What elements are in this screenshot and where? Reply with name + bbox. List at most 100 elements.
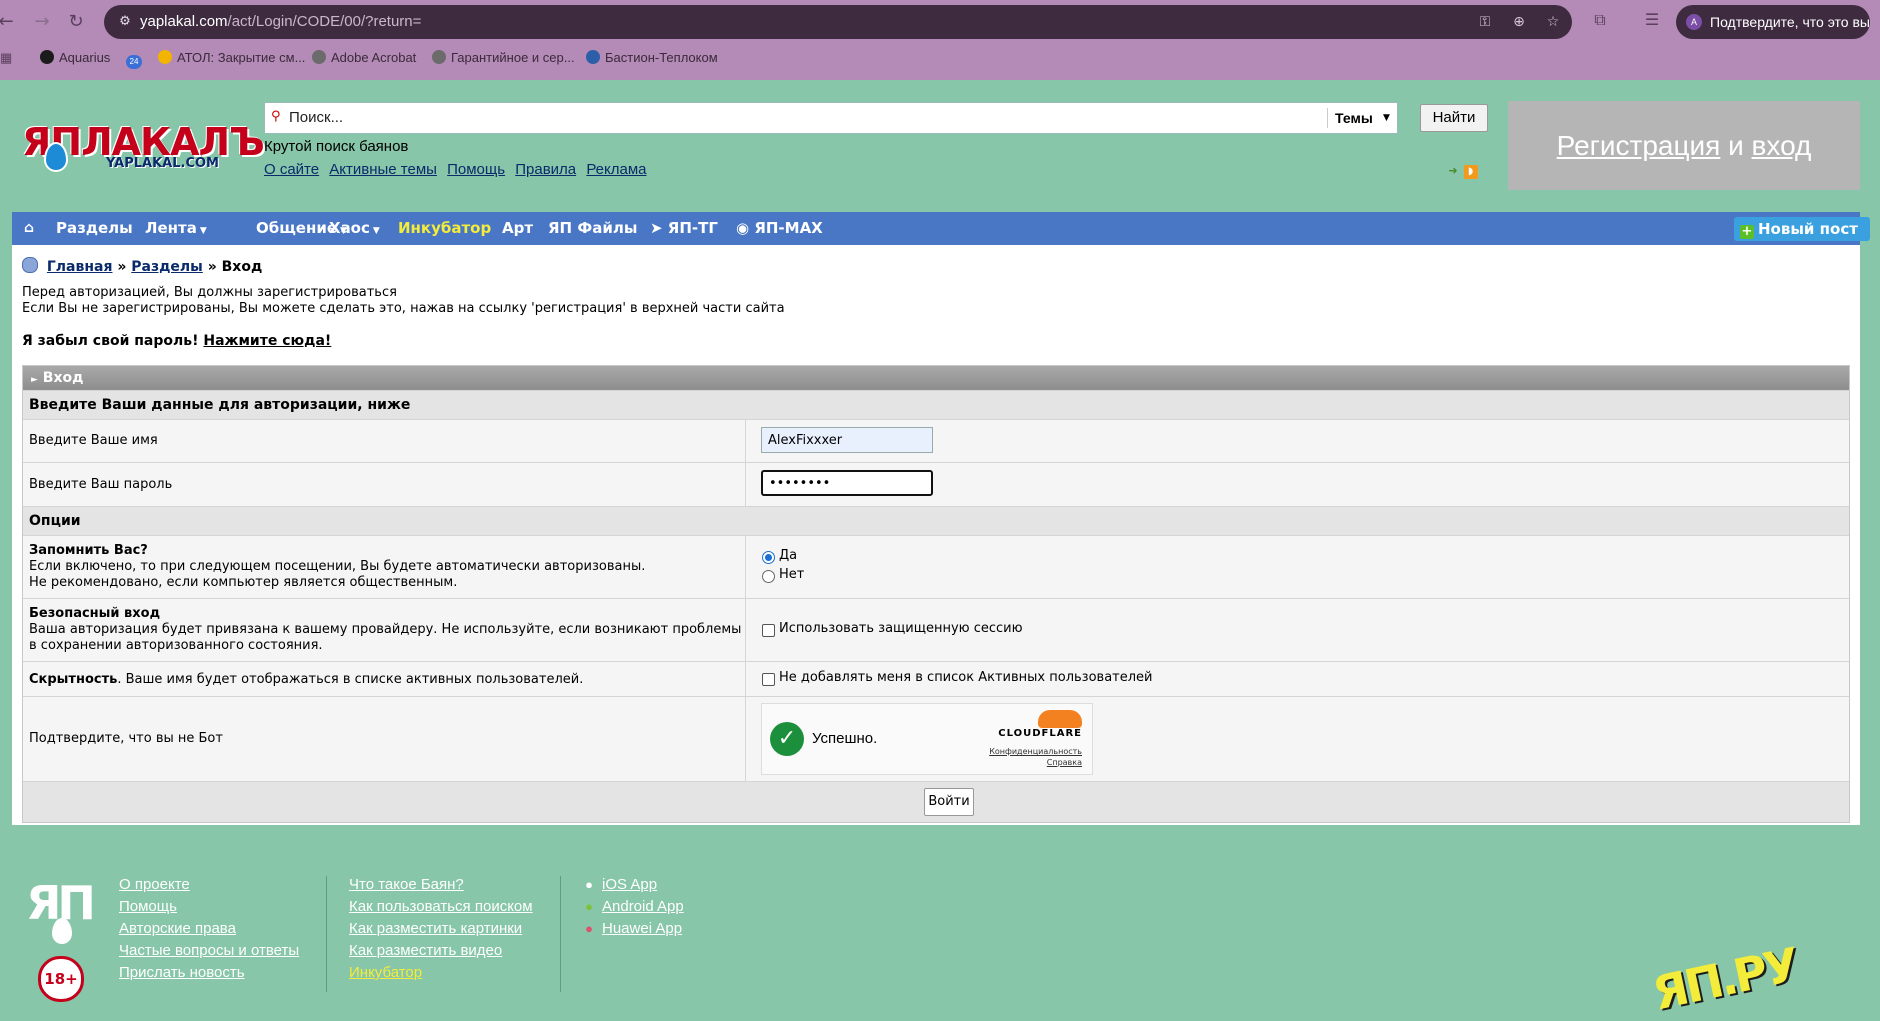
extensions-icon[interactable]: ⧉	[1588, 8, 1612, 32]
captcha-privacy-link[interactable]: Конфиденциальность	[989, 747, 1082, 756]
password-label: Введите Ваш пароль	[29, 477, 173, 492]
forward-icon[interactable]: →	[30, 10, 54, 34]
footer-decoration: ЯП.РУ	[1647, 937, 1802, 1021]
url-text: yaplakal.com/act/Login/CODE/00/?return=	[140, 13, 422, 30]
breadcrumb-sections[interactable]: Разделы	[131, 259, 203, 275]
bookmark-star-icon[interactable]: ☆	[1542, 11, 1564, 33]
bookmark-atol[interactable]: АТОЛ: Закрытие см...	[158, 48, 305, 68]
link-active-topics[interactable]: Активные темы	[329, 161, 437, 178]
remember-row: Запомнить Вас? Если включено, то при сле…	[23, 535, 1849, 598]
cloudflare-logo: CLOUDFLARE	[998, 710, 1082, 739]
bookmark-warranty[interactable]: Гарантийное и сер...	[432, 48, 575, 68]
menu-item-feed[interactable]: Лента ▼	[145, 212, 207, 248]
breadcrumb-sep: »	[117, 259, 127, 275]
password-key-icon[interactable]: ⚿	[1474, 11, 1496, 33]
captcha-widget[interactable]: ✓ Успешно. CLOUDFLARE Конфиденциальность…	[761, 703, 1093, 775]
menu-item-max[interactable]: ◉ ЯП-MAX	[736, 212, 823, 245]
captcha-row: Подтвердите, что вы не Бот ✓ Успешно. CL…	[23, 696, 1849, 781]
apps-icon[interactable]: ▦	[0, 48, 12, 68]
login-form: ► Вход Введите Ваши данные для авторизац…	[22, 365, 1850, 823]
breadcrumb-home[interactable]: Главная	[47, 259, 113, 275]
remember-title: Запомнить Вас?	[29, 543, 148, 558]
back-icon[interactable]: ←	[0, 10, 18, 34]
options-title: Опции	[23, 506, 1849, 535]
hidden-title: Скрытность	[29, 672, 118, 687]
android-app-link[interactable]: ● Android App	[582, 896, 684, 918]
remember-yes-label: Да	[779, 548, 798, 563]
site-logo[interactable]: ЯПЛАКАЛЪ YAPLAKAL.COM	[22, 120, 265, 174]
search-scope-select[interactable]: Темы	[1335, 103, 1373, 133]
footer-link[interactable]: Частые вопросы и ответы	[119, 940, 299, 962]
bookmark-adobe[interactable]: Adobe Acrobat	[312, 48, 416, 68]
search-icon: ⚲	[271, 109, 281, 124]
forgot-link[interactable]: Нажмите сюда!	[203, 333, 331, 349]
address-bar[interactable]: ⚙ yaplakal.com/act/Login/CODE/00/?return…	[104, 5, 1572, 39]
gear-bookmark-icon	[432, 50, 446, 64]
secure-checkbox[interactable]	[762, 624, 775, 637]
menu-item-tg[interactable]: ➤ ЯП-ТГ	[650, 212, 718, 245]
captcha-help-link[interactable]: Справка	[1047, 758, 1082, 767]
new-post-button[interactable]: + Новый пост	[1734, 217, 1870, 241]
footer-link[interactable]: Что такое Баян?	[349, 874, 533, 896]
feed-icons: ➜ ◗	[1446, 164, 1478, 179]
hidden-checkbox[interactable]	[762, 673, 775, 686]
username-field[interactable]: AlexFixxxer	[761, 427, 933, 453]
mobile-icon[interactable]: ➜	[1446, 164, 1460, 178]
footer-link[interactable]: Прислать новость	[119, 962, 299, 984]
logo-subtext: YAPLAKAL.COM	[106, 156, 219, 171]
main-menu: ⌂ Разделы Лента ▼ Общение ▼ Хаос ▼ Инкубато…	[12, 212, 1870, 248]
rss-icon[interactable]: ◗	[1463, 165, 1478, 179]
reading-list-icon[interactable]: ☰	[1640, 8, 1664, 32]
divider	[560, 876, 561, 992]
chevron-down-icon[interactable]: ▼	[1383, 103, 1390, 133]
menu-item-files[interactable]: ЯП Файлы	[548, 212, 637, 245]
password-field[interactable]: ••••••••	[761, 470, 933, 496]
menu-item-chaos[interactable]: Хаос ▼	[329, 212, 380, 248]
footer-link[interactable]: О проекте	[119, 874, 299, 896]
auth-and: и	[1728, 130, 1744, 161]
profile-button[interactable]: A Подтвердите, что это вы	[1676, 5, 1870, 39]
breadcrumb-sep: »	[207, 259, 217, 275]
intro-line: Если Вы не зарегистрированы, Вы можете с…	[22, 301, 785, 316]
main-content: Главная » Разделы » Вход Перед авторизац…	[12, 245, 1860, 825]
bookmark-aquarius[interactable]: Aquarius	[40, 48, 110, 68]
menu-item-sections[interactable]: Разделы	[56, 212, 133, 245]
footer-col-about: О проекте Помощь Авторские права Частые …	[119, 874, 299, 984]
menu-item-incubator[interactable]: Инкубатор	[398, 212, 491, 245]
bookmark-24[interactable]: 24	[126, 48, 147, 69]
search-placeholder: Поиск...	[289, 109, 344, 126]
remember-text: Запомнить Вас? Если включено, то при сле…	[29, 543, 645, 591]
footer-link[interactable]: Помощь	[119, 896, 299, 918]
reload-icon[interactable]: ↻	[64, 10, 88, 34]
breadcrumb-icon	[22, 257, 38, 273]
divider	[326, 876, 327, 992]
site-info-icon[interactable]: ⚙	[116, 13, 134, 31]
huawei-app-link[interactable]: ● Huawei App	[582, 918, 684, 940]
zoom-icon[interactable]: ⊕	[1508, 11, 1530, 33]
login-link[interactable]: вход	[1752, 130, 1812, 161]
search-button[interactable]: Найти	[1420, 104, 1488, 132]
remember-no-radio[interactable]	[762, 570, 775, 583]
profile-label: Подтвердите, что это вы	[1710, 14, 1870, 30]
remember-desc: Не рекомендовано, если компьютер являетс…	[29, 575, 458, 590]
link-help[interactable]: Помощь	[447, 161, 505, 178]
home-icon[interactable]: ⌂	[24, 212, 34, 245]
link-rules[interactable]: Правила	[515, 161, 576, 178]
remember-yes-radio[interactable]	[762, 551, 775, 564]
login-submit-button[interactable]: Войти	[924, 788, 974, 816]
footer-link[interactable]: Как разместить картинки	[349, 918, 533, 940]
footer-link[interactable]: Авторские права	[119, 918, 299, 940]
link-about[interactable]: О сайте	[264, 161, 319, 178]
footer-link[interactable]: Как разместить видео	[349, 940, 533, 962]
menu-item-art[interactable]: Арт	[502, 212, 533, 245]
footer-link-incubator[interactable]: Инкубатор	[349, 962, 533, 984]
search-input[interactable]: ⚲ Поиск... Темы ▼	[264, 102, 1398, 134]
link-ads[interactable]: Реклама	[586, 161, 646, 178]
footer-link[interactable]: Как пользоваться поиском	[349, 896, 533, 918]
bookmark-bastion[interactable]: Бастион-Теплоком	[586, 48, 718, 68]
remember-no-label: Нет	[779, 567, 805, 582]
chevron-down-icon: ▼	[199, 226, 207, 236]
register-link[interactable]: Регистрация	[1557, 130, 1721, 161]
ios-app-link[interactable]: ● iOS App	[582, 874, 684, 896]
hidden-row: Скрытность. Ваше имя будет отображаться …	[23, 661, 1849, 696]
